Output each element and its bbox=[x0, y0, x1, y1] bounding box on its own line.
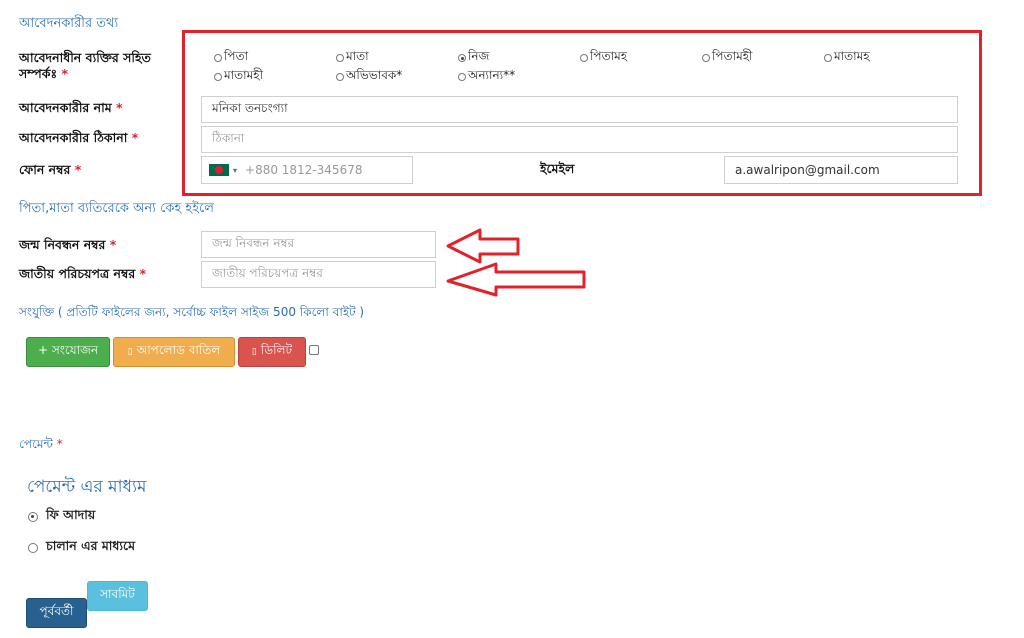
attachment-title: সংযুক্তি ( প্রতিটি ফাইলের জন্য, সর্বোচ্চ… bbox=[19, 305, 365, 319]
relation-label: আবেদনাধীন ব্যক্তির সহিত সম্পর্কঃ * bbox=[19, 50, 151, 81]
radio-circle-icon bbox=[336, 73, 344, 81]
payment-option-fee[interactable]: ফি আদায় bbox=[28, 507, 95, 527]
phone-input[interactable]: ▾ +880 1812-345678 bbox=[201, 156, 413, 184]
chevron-down-icon[interactable]: ▾ bbox=[233, 166, 237, 175]
radio-circle-icon bbox=[824, 54, 832, 62]
payment-label: পেমেন্ট * bbox=[19, 437, 63, 451]
submit-button[interactable]: সাবমিট bbox=[87, 581, 148, 611]
relation-radio-other[interactable]: অন্যান্য** bbox=[458, 67, 515, 87]
trash-icon: ▯ bbox=[251, 347, 257, 357]
radio-circle-icon bbox=[702, 54, 710, 62]
relation-radio-paternal-grandmother[interactable]: পিতামহী bbox=[702, 48, 752, 68]
payment-option-challan[interactable]: চালান এর মাধ্যমে bbox=[28, 538, 135, 558]
phone-label: ফোন নম্বর * bbox=[19, 162, 82, 177]
email-label: ইমেইল bbox=[540, 161, 575, 176]
applicant-info-title: আবেদনকারীর তথ্য bbox=[19, 16, 119, 31]
previous-button[interactable]: পূর্ববর্তী bbox=[26, 598, 87, 628]
address-input[interactable]: ঠিকানা bbox=[201, 126, 958, 153]
add-attachment-button[interactable]: + সংযোজন bbox=[26, 337, 110, 367]
radio-checked-icon bbox=[28, 512, 38, 522]
arrow-left-icon bbox=[446, 228, 520, 264]
relation-radio-mother[interactable]: মাতা bbox=[336, 48, 369, 68]
relation-radio-paternal-grandfather[interactable]: পিতামহ bbox=[580, 48, 627, 68]
relation-radio-father[interactable]: পিতা bbox=[214, 48, 248, 68]
name-input[interactable]: মনিকা তনচংগ্যা bbox=[201, 96, 958, 123]
other-section-title: পিতা,মাতা ব্যতিরেকে অন্য কেহ হইলে bbox=[19, 201, 214, 216]
delete-button[interactable]: ▯ ডিলিট bbox=[238, 337, 306, 367]
radio-circle-icon bbox=[458, 73, 466, 81]
select-all-checkbox[interactable] bbox=[309, 345, 319, 355]
birth-reg-input[interactable]: জন্ম নিবন্ধন নম্বর bbox=[201, 231, 436, 258]
radio-circle-icon bbox=[336, 54, 344, 62]
birth-reg-label: জন্ম নিবন্ধন নম্বর * bbox=[19, 237, 117, 252]
radio-checked-icon bbox=[458, 54, 466, 62]
payment-method-title: পেমেন্ট এর মাধ্যম bbox=[27, 477, 147, 497]
name-label: আবেদনকারীর নাম * bbox=[19, 100, 123, 115]
relation-radio-self[interactable]: নিজ bbox=[458, 48, 489, 68]
radio-circle-icon bbox=[214, 54, 222, 62]
relation-radio-maternal-grandfather[interactable]: মাতামহ bbox=[824, 48, 870, 68]
bangladesh-flag-icon[interactable] bbox=[209, 164, 229, 176]
annotation-arrows bbox=[446, 228, 586, 297]
arrow-left-icon bbox=[446, 262, 586, 297]
cancel-upload-button[interactable]: ▯ আপলোড বাতিল bbox=[113, 337, 235, 367]
nid-input[interactable]: জাতীয় পরিচয়পত্র নম্বর bbox=[201, 261, 436, 288]
address-label: আবেদনকারীর ঠিকানা * bbox=[19, 130, 139, 145]
relation-radio-guardian[interactable]: অভিভাবক* bbox=[336, 67, 402, 87]
email-input[interactable]: a.awalripon@gmail.com bbox=[724, 156, 958, 184]
ban-icon: ▯ bbox=[127, 347, 133, 357]
radio-circle-icon bbox=[28, 543, 38, 553]
nid-label: জাতীয় পরিচয়পত্র নম্বর * bbox=[19, 266, 147, 281]
relation-radio-maternal-grandmother[interactable]: মাতামহী bbox=[214, 67, 263, 87]
radio-circle-icon bbox=[214, 73, 222, 81]
radio-circle-icon bbox=[580, 54, 588, 62]
